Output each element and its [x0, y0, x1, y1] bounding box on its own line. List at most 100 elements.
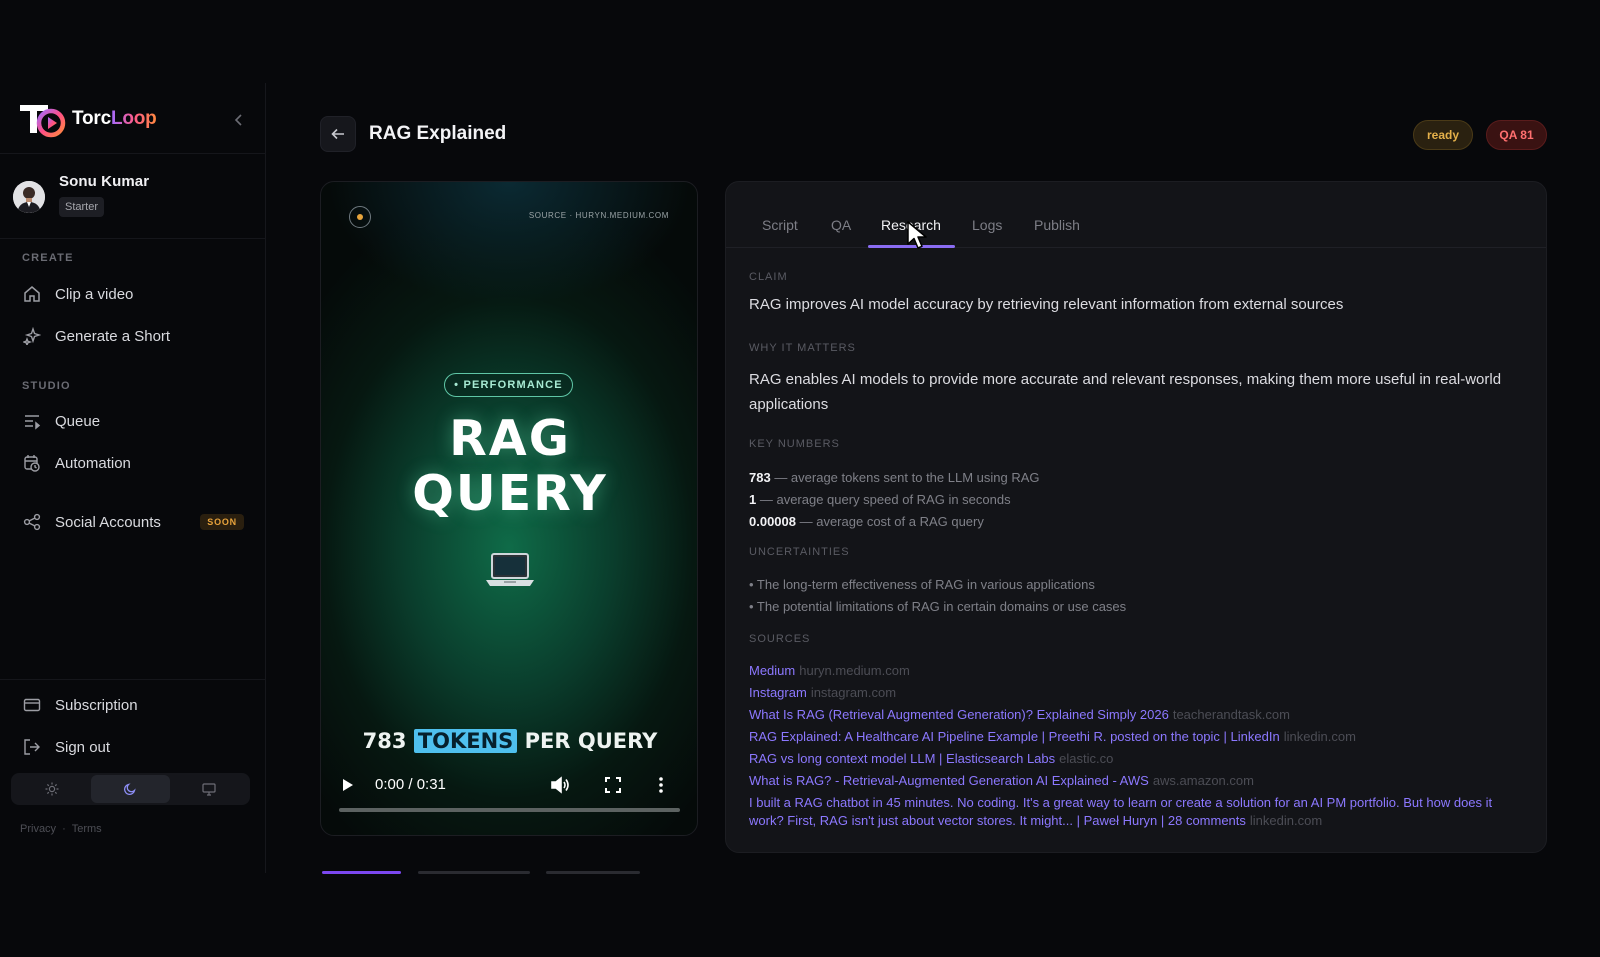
user-info: Sonu Kumar Starter: [59, 173, 149, 217]
chevron-left-icon[interactable]: [230, 111, 248, 129]
source-link[interactable]: Instagram: [749, 685, 807, 700]
sidebar-item-social-accounts[interactable]: Social Accounts SOON: [22, 507, 244, 537]
sparkles-icon: [22, 326, 42, 346]
source-item: What Is RAG (Retrieval Augmented Generat…: [749, 704, 1519, 726]
plan-badge: Starter: [59, 197, 105, 217]
more-vertical-icon[interactable]: [655, 775, 667, 795]
sidebar-item-automation[interactable]: Automation: [22, 448, 244, 478]
sidebar-item-generate-a-short[interactable]: Generate a Short: [22, 321, 244, 351]
tab-publish[interactable]: Publish: [1034, 217, 1080, 233]
source-link[interactable]: What Is RAG (Retrieval Augmented Generat…: [749, 707, 1169, 722]
play-icon[interactable]: [339, 776, 357, 794]
calendar-clock-icon: [22, 453, 42, 473]
home-icon: [22, 284, 42, 304]
caption-rest: PER QUERY: [524, 729, 658, 753]
laptop-icon: [486, 553, 534, 586]
privacy-link[interactable]: Privacy: [20, 823, 56, 835]
carousel-dot[interactable]: [546, 871, 640, 874]
sidebar-item-clip-a-video[interactable]: Clip a video: [22, 279, 244, 309]
video-player[interactable]: SOURCE · HURYN.MEDIUM.COM • PERFORMANCE …: [320, 181, 698, 836]
key-number-value: 783: [749, 470, 771, 485]
theme-option-system[interactable]: [170, 775, 248, 803]
sun-icon: [45, 782, 59, 796]
brand-name: TorcLoop: [72, 108, 157, 130]
status-badge: ready: [1413, 120, 1473, 150]
moon-icon: [124, 783, 137, 796]
why-it-matters-label: WHY IT MATTERS: [749, 342, 856, 354]
source-domain: aws.amazon.com: [1152, 773, 1254, 788]
source-domain: elastic.co: [1059, 751, 1114, 766]
video-controls: 0:00 / 0:31: [321, 760, 697, 826]
legal-links: Privacy · Terms: [20, 823, 102, 835]
sources-list: Medium huryn.medium.com Instagram instagra…: [749, 660, 1519, 830]
carousel-dot-active[interactable]: [322, 871, 401, 874]
sidebar-divider: [0, 679, 266, 680]
details-panel: Script QA Research Logs Publish CLAIM RA…: [725, 181, 1547, 853]
torcloop-logo-icon: [20, 105, 66, 138]
user-profile[interactable]: Sonu Kumar Starter: [13, 173, 149, 217]
claim-label: CLAIM: [749, 271, 788, 283]
key-number-item: 0.00008 — average cost of a RAG query: [749, 511, 1040, 533]
uncertainties-list: • The long-term effectiveness of RAG in …: [749, 574, 1126, 618]
source-link[interactable]: Medium: [749, 663, 795, 678]
fullscreen-icon[interactable]: [603, 775, 623, 795]
back-button[interactable]: [320, 116, 356, 152]
legal-separator: ·: [62, 823, 66, 835]
uncertainty-item: • The long-term effectiveness of RAG in …: [749, 577, 1095, 592]
credit-card-icon: [22, 695, 42, 715]
sidebar-item-queue[interactable]: Queue: [22, 406, 244, 436]
key-number-desc: — average tokens sent to the LLM using R…: [770, 470, 1040, 485]
arrow-left-icon: [331, 128, 344, 140]
brand[interactable]: TorcLoop: [18, 99, 248, 139]
source-item: RAG Explained: A Healthcare AI Pipeline …: [749, 726, 1519, 748]
queue-list-icon: [22, 411, 42, 431]
sidebar-item-label: Clip a video: [55, 285, 134, 303]
volume-icon[interactable]: [549, 775, 571, 795]
tab-research[interactable]: Research: [881, 217, 941, 233]
source-link[interactable]: RAG Explained: A Healthcare AI Pipeline …: [749, 729, 1280, 744]
sidebar-item-label: Subscription: [55, 696, 138, 714]
terms-link[interactable]: Terms: [72, 823, 102, 835]
video-time: 0:00 / 0:31: [375, 776, 446, 793]
source-item: I built a RAG chatbot in 45 minutes. No …: [749, 794, 1519, 830]
uncertainties-label: UNCERTAINTIES: [749, 546, 850, 558]
source-item: RAG vs long context model LLM | Elastics…: [749, 748, 1519, 770]
theme-option-dark[interactable]: [91, 775, 170, 803]
source-link[interactable]: RAG vs long context model LLM | Elastics…: [749, 751, 1055, 766]
video-caption: 783 TOKENS PER QUERY: [321, 729, 697, 753]
section-label-create: CREATE: [22, 252, 74, 264]
key-number-value: 0.00008: [749, 514, 796, 529]
carousel-dot[interactable]: [418, 871, 530, 874]
key-number-item: 783 — average tokens sent to the LLM usi…: [749, 467, 1040, 489]
key-numbers-list: 783 — average tokens sent to the LLM usi…: [749, 467, 1040, 533]
source-item: Instagram instagram.com: [749, 682, 1519, 704]
key-number-desc: — average cost of a RAG query: [796, 514, 984, 529]
source-link[interactable]: I built a RAG chatbot in 45 minutes. No …: [749, 795, 1492, 828]
sidebar-item-label: Generate a Short: [55, 327, 171, 345]
share-icon: [22, 512, 42, 532]
monitor-icon: [202, 783, 216, 796]
video-source-label: SOURCE · HURYN.MEDIUM.COM: [528, 211, 669, 220]
sidebar-item-label: Queue: [55, 412, 101, 430]
qa-score-badge: QA 81: [1486, 120, 1547, 150]
soon-badge: SOON: [200, 514, 244, 530]
sign-out-icon: [22, 737, 42, 757]
tab-logs[interactable]: Logs: [972, 217, 1002, 233]
sidebar-divider: [0, 153, 266, 154]
sidebar-item-label: Sign out: [55, 738, 111, 756]
user-name: Sonu Kumar: [59, 173, 150, 190]
caption-highlight: TOKENS: [413, 729, 518, 753]
page-title: RAG Explained: [369, 123, 507, 144]
active-tab-indicator: [868, 245, 955, 248]
tab-qa[interactable]: QA: [831, 217, 851, 233]
sidebar-divider: [0, 238, 266, 239]
video-progress-bar[interactable]: [339, 808, 680, 812]
sidebar-item-label: Automation: [55, 454, 131, 472]
sidebar-item-subscription[interactable]: Subscription: [22, 690, 244, 720]
theme-option-light[interactable]: [13, 775, 91, 803]
section-label-studio: STUDIO: [22, 380, 71, 392]
source-link[interactable]: What is RAG? - Retrieval-Augmented Gener…: [749, 773, 1149, 788]
theme-toggle: [11, 773, 250, 805]
tab-script[interactable]: Script: [762, 217, 798, 233]
sidebar-item-sign-out[interactable]: Sign out: [22, 732, 244, 762]
